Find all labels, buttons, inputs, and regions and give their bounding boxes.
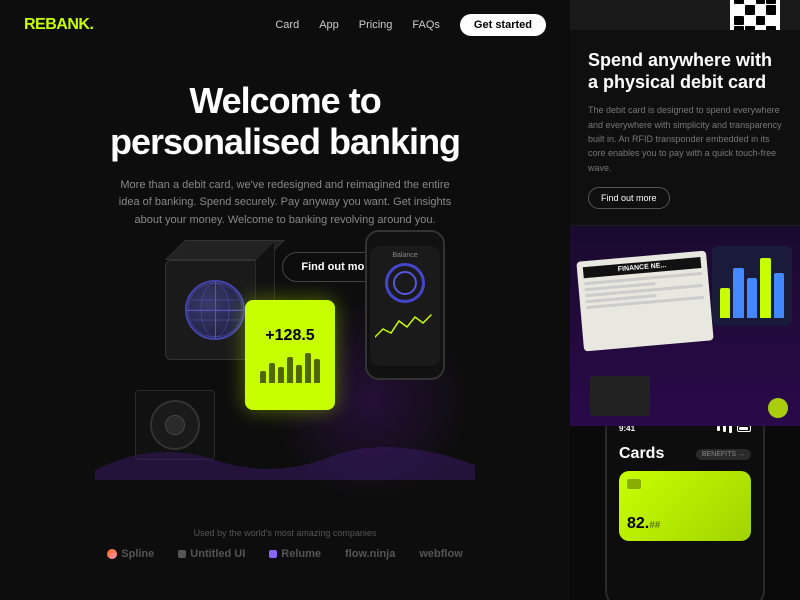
untitled-ui-logo: Untitled UI — [178, 548, 245, 560]
cards-phone-mockup: 9:41 Cards BENEFITS → — [605, 426, 765, 600]
relume-icon — [269, 550, 277, 558]
webflow-logo: webflow — [419, 548, 462, 560]
neon-card: +128.5 — [245, 300, 335, 410]
chart-bar — [296, 365, 302, 383]
phone-screen: Balance — [370, 246, 440, 366]
character-accent — [768, 398, 788, 418]
battery-fill — [739, 427, 748, 430]
brand-name: REBANK — [24, 16, 89, 33]
nav-card[interactable]: Card — [275, 19, 299, 31]
nav-app[interactable]: App — [319, 19, 339, 31]
phone-circle-gauge — [385, 263, 425, 303]
fan-inner — [165, 415, 185, 435]
flow-ninja-logo: flow.ninja — [345, 548, 395, 560]
right-top-area — [570, 0, 800, 30]
finance-bar — [747, 278, 757, 318]
debit-card-section: Spend anywhere with a physical debit car… — [570, 30, 800, 226]
finance-bar — [720, 288, 730, 318]
chart-bar — [278, 367, 284, 383]
phone-bottom-area: 9:41 Cards BENEFITS → — [570, 426, 800, 600]
spline-logo: Spline — [107, 548, 154, 560]
signal-bar — [723, 426, 726, 432]
hero-title-line1: Welcome to — [189, 80, 380, 121]
finance-bar — [733, 268, 743, 318]
chart-bar — [287, 357, 293, 383]
finance-bar — [774, 273, 784, 318]
hero-title: Welcome to personalised banking — [60, 80, 510, 163]
chart-bar — [314, 359, 320, 383]
trusted-logos-row: Spline Untitled UI Relume flow.ninja web… — [0, 548, 570, 560]
battery-icon — [737, 426, 751, 432]
card-partial-amount: 82. — [627, 515, 649, 533]
newspaper-lines — [584, 272, 704, 309]
logo: REBANK. — [24, 16, 93, 34]
phone-header-row: Cards BENEFITS → — [619, 445, 751, 463]
signal-bar — [717, 426, 720, 431]
neon-value: +128.5 — [265, 327, 314, 345]
finance-chart — [712, 246, 792, 326]
nav-pricing[interactable]: Pricing — [359, 19, 393, 31]
nav-cta-button[interactable]: Get started — [460, 14, 546, 36]
hero-title-line2: personalised banking — [110, 121, 460, 162]
benefits-badge: BENEFITS → — [696, 449, 751, 460]
debit-card-visual: 82. ## — [619, 471, 751, 541]
phone-time: 9:41 — [619, 426, 635, 433]
find-out-more-button[interactable]: Find out more — [588, 187, 670, 209]
right-panel: Spend anywhere with a physical debit car… — [570, 0, 800, 600]
phone-balance-label: Balance — [392, 252, 417, 259]
trusted-section: Used by the world's most amazing compani… — [0, 528, 570, 560]
spline-icon — [107, 549, 117, 559]
chart-bar — [260, 371, 266, 383]
debit-card-title: Spend anywhere with a physical debit car… — [588, 50, 782, 93]
phone-status-bar: 9:41 — [619, 426, 751, 433]
finance-bar — [760, 258, 770, 318]
brand-dot: . — [89, 16, 93, 33]
card-amount-row: 82. ## — [627, 515, 743, 533]
finance-newspaper: FINANCE NE... — [576, 251, 713, 352]
globe-icon — [185, 280, 245, 340]
qr-code-preview — [730, 0, 780, 30]
cards-title: Cards — [619, 445, 664, 463]
nav-faqs[interactable]: FAQs — [412, 19, 440, 31]
signal-bar — [729, 426, 732, 433]
phone-mockup: Balance — [365, 230, 445, 380]
main-panel: REBANK. Card App Pricing FAQs Get starte… — [0, 0, 570, 600]
finance-device — [590, 376, 650, 416]
chart-bar — [305, 353, 311, 383]
finance-illustration-area: FINANCE NE... — [570, 226, 800, 426]
phone-status-icons — [717, 426, 751, 433]
card-cents: ## — [649, 520, 660, 531]
cards-phone-screen: 9:41 Cards BENEFITS → — [607, 426, 763, 600]
chart-bar — [269, 363, 275, 383]
hero-illustration: +128.5 Balance — [95, 220, 475, 480]
debit-card-description: The debit card is designed to spend ever… — [588, 103, 782, 175]
chart-bars — [260, 353, 320, 383]
untitled-ui-icon — [178, 550, 186, 558]
card-chip — [627, 479, 641, 489]
wave-accent — [95, 440, 475, 480]
navbar: REBANK. Card App Pricing FAQs Get starte… — [0, 0, 570, 50]
relume-logo: Relume — [269, 548, 321, 560]
nav-links: Card App Pricing FAQs Get started — [275, 14, 546, 36]
trusted-label: Used by the world's most amazing compani… — [0, 528, 570, 538]
